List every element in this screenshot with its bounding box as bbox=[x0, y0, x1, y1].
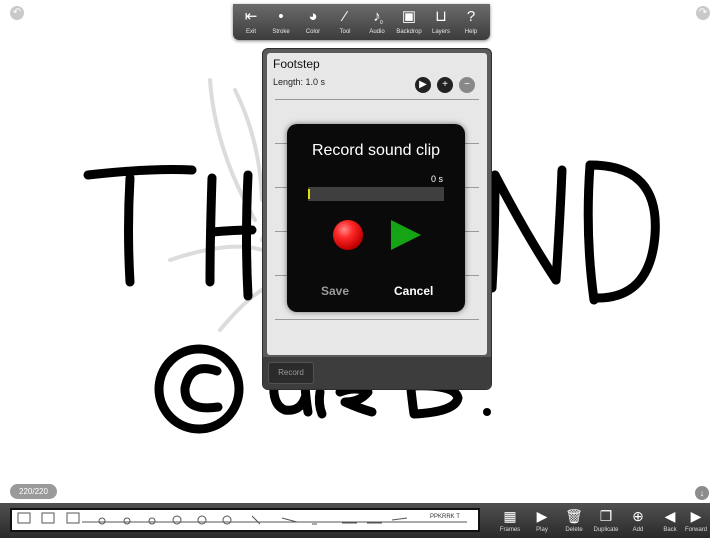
layers-icon: ⊔ bbox=[435, 8, 447, 25]
stroke-button[interactable]: • Stroke bbox=[267, 6, 295, 40]
top-toolbar: ⇤ Exit • Stroke ◕ Color ⁄ Tool ♪ Audio 0… bbox=[233, 4, 490, 40]
duplicate-icon: ❐ bbox=[599, 508, 613, 524]
record-tab[interactable]: Record bbox=[268, 362, 314, 384]
backdrop-button[interactable]: ▣ Backdrop bbox=[395, 6, 423, 40]
add-frame-button[interactable]: ⊕ Add bbox=[623, 506, 653, 538]
exit-icon: ⇤ bbox=[244, 8, 258, 25]
remove-sound-button[interactable]: − bbox=[459, 77, 475, 93]
record-progress bbox=[308, 187, 444, 201]
plus-icon: + bbox=[442, 79, 448, 90]
forward-button[interactable]: ▶ Forward bbox=[682, 506, 710, 538]
sound-length: Length: 1.0 s bbox=[273, 77, 326, 87]
audio-count-badge: 0 bbox=[380, 20, 383, 26]
filmstrip-thumbnails bbox=[17, 512, 467, 525]
palette-icon: ◕ bbox=[308, 8, 318, 25]
filmstrip[interactable]: PPKRRK T bbox=[10, 508, 480, 532]
sound-name: Footstep bbox=[273, 57, 320, 71]
cancel-button[interactable]: Cancel bbox=[394, 284, 433, 298]
add-icon: ⊕ bbox=[632, 508, 644, 524]
play-icon: ▶ bbox=[536, 508, 548, 524]
forward-icon: ▶ bbox=[690, 508, 702, 524]
brush-icon: ⁄ bbox=[343, 8, 347, 25]
delete-frame-button[interactable]: 🗑 Delete bbox=[559, 506, 589, 538]
forward-label: Forward bbox=[684, 527, 707, 533]
color-button[interactable]: ◕ Color bbox=[299, 6, 327, 40]
back-button[interactable]: ◀ Back bbox=[655, 506, 685, 538]
bottom-bar: PPKRRK T ▦ Frames ▶ Play 🗑 Delete ❐ Dupl… bbox=[0, 503, 710, 538]
chevron-down-icon[interactable]: ↓ bbox=[695, 486, 709, 500]
play-sound-button[interactable]: ▶ bbox=[415, 77, 431, 93]
divider bbox=[275, 319, 479, 320]
back-icon: ◀ bbox=[664, 508, 676, 524]
divider bbox=[275, 99, 479, 100]
play-icon: ▶ bbox=[419, 79, 427, 90]
add-sound-button[interactable]: + bbox=[437, 77, 453, 93]
help-icon: ? bbox=[466, 8, 476, 25]
tool-button[interactable]: ⁄ Tool bbox=[331, 6, 359, 40]
help-label: Help bbox=[464, 29, 478, 35]
undo-icon[interactable]: ↶ bbox=[10, 6, 24, 20]
stroke-icon: • bbox=[278, 8, 284, 25]
save-button[interactable]: Save bbox=[321, 284, 349, 298]
music-note-icon: ♪ bbox=[373, 8, 381, 25]
frame-counter: 220/220 bbox=[10, 484, 57, 499]
frames-grid-icon: ▦ bbox=[503, 508, 517, 524]
dialog-title: Record sound clip bbox=[311, 142, 441, 159]
redo-icon[interactable]: ↷ bbox=[696, 6, 710, 20]
minus-icon: − bbox=[464, 79, 470, 90]
record-time: 0 s bbox=[430, 174, 443, 184]
progress-cursor bbox=[308, 189, 310, 199]
frames-button[interactable]: ▦ Frames bbox=[495, 506, 525, 538]
audio-button[interactable]: ♪ Audio 0 bbox=[363, 6, 391, 40]
audio-panel-footer: Record bbox=[263, 357, 491, 389]
backdrop-icon: ▣ bbox=[401, 8, 417, 25]
duplicate-frame-button[interactable]: ❐ Duplicate bbox=[591, 506, 621, 538]
play-button[interactable] bbox=[391, 220, 421, 250]
record-button[interactable] bbox=[333, 220, 363, 250]
trash-icon: 🗑 bbox=[565, 508, 583, 524]
play-animation-button[interactable]: ▶ Play bbox=[527, 506, 557, 538]
help-button[interactable]: ? Help bbox=[457, 6, 485, 40]
filmstrip-text: PPKRRK T bbox=[430, 514, 460, 520]
record-dialog: Record sound clip 0 s Save Cancel bbox=[287, 124, 465, 312]
